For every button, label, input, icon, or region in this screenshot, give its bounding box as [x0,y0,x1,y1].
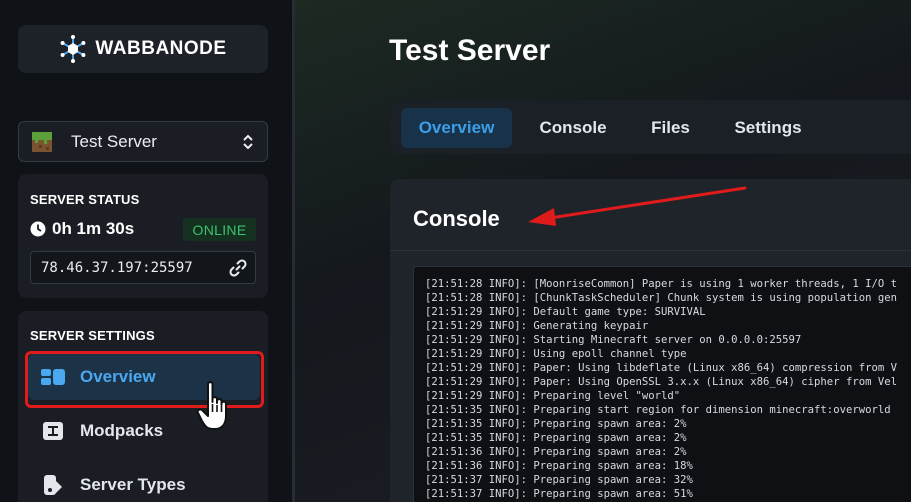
log-line: [21:51:36 INFO]: Preparing spawn area: 1… [425,460,693,472]
server-status-title: SERVER STATUS [30,192,140,207]
log-line: [21:51:29 INFO]: Generating keypair [425,320,649,332]
server-types-icon [44,475,62,495]
clock-icon [30,221,46,237]
hand-pointer-icon [196,381,227,430]
console-card-divider [390,250,911,251]
server-status-card: SERVER STATUS 0h 1m 30s ONLINE 78.46.37.… [18,174,268,298]
log-line: [21:51:37 INFO]: Preparing spawn area: 3… [425,474,693,486]
tab-bar: Overview Console Files Settings [390,100,911,154]
log-line: [21:51:29 INFO]: Using epoll channel typ… [425,348,687,360]
tab-files[interactable]: Files [633,108,708,148]
server-address-field[interactable]: 78.46.37.197:25597 [30,251,256,284]
grass-block-icon [32,131,52,152]
log-line: [21:51:36 INFO]: Preparing spawn area: 2… [425,446,687,458]
status-badge: ONLINE [183,218,256,241]
server-settings-title: SERVER SETTINGS [30,328,155,343]
tab-overview[interactable]: Overview [401,108,512,148]
sidebar-item-label: Modpacks [80,421,164,440]
sidebar-item-server-types[interactable]: Server Types [28,462,260,502]
link-icon[interactable] [229,258,247,277]
log-line: [21:51:35 INFO]: Preparing spawn area: 2… [425,432,687,444]
server-address: 78.46.37.197:25597 [41,259,193,276]
uptime: 0h 1m 30s [30,219,134,239]
uptime-value: 0h 1m 30s [52,219,135,238]
tab-console[interactable]: Console [523,108,623,148]
sidebar-item-label: Server Types [80,475,186,494]
log-line: [21:51:28 INFO]: [ChunkTaskScheduler] Ch… [425,292,897,304]
console-title: Console [413,206,500,231]
brand-logo[interactable]: WABBANODE [18,25,268,73]
annotation-arrow-icon [528,186,747,226]
server-selector[interactable]: Test Server [18,121,268,162]
modpack-icon [43,422,63,440]
chevron-up-down-icon [243,134,253,149]
page-title: Test Server [389,34,551,67]
snowflake-logo-icon [61,35,86,63]
log-line: [21:51:29 INFO]: Default game type: SURV… [425,306,706,318]
log-line: [21:51:28 INFO]: [MoonriseCommon] Paper … [425,278,897,290]
log-line: [21:51:29 INFO]: Paper: Using libdeflate… [425,362,897,374]
log-line: [21:51:29 INFO]: Preparing level "world" [425,390,681,402]
log-line: [21:51:29 INFO]: Paper: Using OpenSSL 3.… [425,376,897,388]
brand-name: WABBANODE [95,38,227,59]
tab-settings[interactable]: Settings [720,108,816,148]
log-line: [21:51:35 INFO]: Preparing start region … [425,404,891,416]
log-line: [21:51:35 INFO]: Preparing spawn area: 2… [425,418,687,430]
log-line: [21:51:37 INFO]: Preparing spawn area: 5… [425,488,693,500]
console-log[interactable]: [21:51:28 INFO]: [MoonriseCommon] Paper … [413,266,911,502]
log-line: [21:51:29 INFO]: Starting Minecraft serv… [425,334,802,346]
selected-server-name: Test Server [71,131,157,151]
